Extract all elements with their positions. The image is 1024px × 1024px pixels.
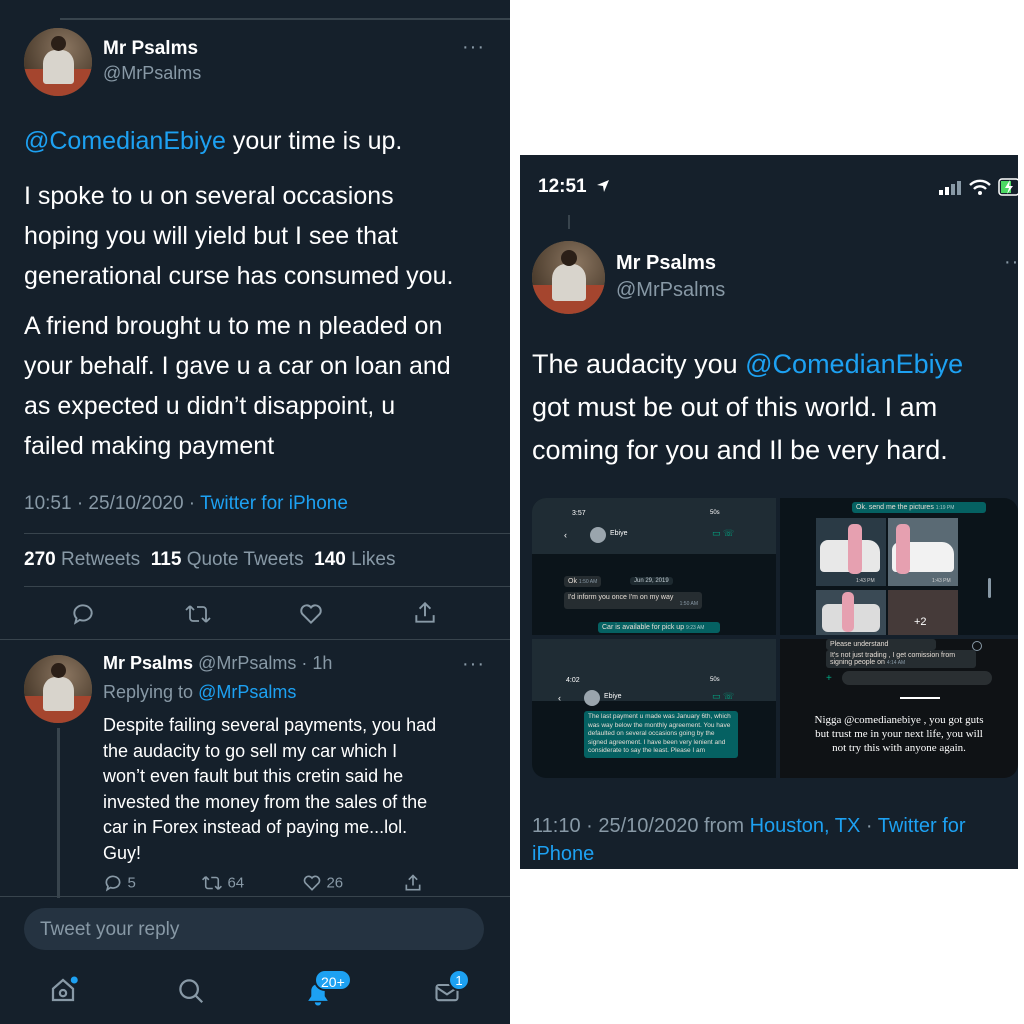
retweet-icon[interactable] — [184, 601, 212, 627]
reply-author-handle[interactable]: @MrPsalms · 1h — [198, 653, 332, 673]
reply-text: Despite failing several payments, you ha… — [103, 715, 437, 863]
share-icon[interactable] — [403, 873, 423, 893]
source-link-cont[interactable]: iPhone — [532, 840, 966, 868]
media-image-2[interactable]: Ok. send me the pictures 1:19 PM 1:43 PM… — [780, 498, 1018, 635]
share-icon[interactable] — [412, 600, 438, 626]
reply-retweet-action[interactable]: 64 — [201, 873, 244, 893]
reply-avatar[interactable] — [24, 655, 92, 723]
replying-to-link[interactable]: @MrPsalms — [198, 682, 296, 702]
timestamp[interactable]: 10:51 · 25/10/2020 · — [24, 493, 200, 514]
reply-icon[interactable] — [70, 601, 96, 627]
retweet-icon — [202, 876, 222, 890]
tweet-text: The audacity you @ComedianEbiye got must… — [532, 349, 964, 465]
reply-compose-box[interactable]: Tweet your reply — [24, 908, 484, 950]
battery-charging-icon — [998, 178, 1018, 196]
replying-to: Replying to @MrPsalms — [103, 682, 297, 702]
timestamp[interactable]: 11:10 · 25/10/2020 from — [532, 815, 750, 837]
reply-compose-placeholder: Tweet your reply — [40, 919, 180, 940]
tweet-stats: 270 Retweets 115 Quote Tweets 140 Likes — [24, 549, 395, 571]
source-link[interactable]: Twitter for — [878, 815, 966, 837]
wifi-icon — [969, 179, 991, 195]
reply-author-name[interactable]: Mr Psalms — [103, 653, 193, 673]
source-link[interactable]: Twitter for iPhone — [200, 493, 348, 514]
status-time: 12:51 — [538, 176, 587, 197]
avatar[interactable] — [24, 28, 92, 96]
location-icon — [597, 180, 609, 192]
divider — [24, 586, 510, 587]
author-name[interactable]: Mr Psalms — [616, 252, 716, 275]
signal-icon — [939, 181, 961, 195]
avatar[interactable] — [532, 241, 605, 314]
divider — [0, 639, 510, 640]
author-handle[interactable]: @MrPsalms — [616, 279, 725, 302]
location-link[interactable]: Houston, TX — [750, 815, 861, 837]
tweet-paragraph-3: A friend brought u to me n pleaded on yo… — [24, 312, 451, 460]
like-icon[interactable] — [298, 601, 324, 627]
notifications-badge: 20+ — [314, 969, 352, 991]
like-icon — [303, 875, 321, 891]
media-image-4[interactable]: Please understand It's not just trading … — [780, 639, 1018, 778]
mention-link[interactable]: @ComedianEbiye — [745, 349, 963, 379]
reply-like-action[interactable]: 26 — [302, 873, 343, 893]
thread-line — [568, 215, 570, 229]
likes-stat[interactable]: 140 Likes — [314, 549, 395, 570]
media-image-1[interactable]: 3:57 50s ‹ Ebiye ▭ ☏ Ok 1:50 AM Jun 29, … — [532, 498, 776, 635]
tweet-paragraph-2: I spoke to u on several occasions hoping… — [24, 182, 454, 290]
media-grid[interactable]: 3:57 50s ‹ Ebiye ▭ ☏ Ok 1:50 AM Jun 29, … — [532, 498, 1018, 778]
divider — [24, 533, 510, 534]
reply-reply-action[interactable]: 5 — [103, 873, 136, 893]
quote-tweets-stat[interactable]: 115 Quote Tweets — [151, 549, 304, 570]
more-icon[interactable]: ··· — [462, 36, 485, 59]
home-icon[interactable] — [48, 975, 78, 1005]
messages-badge: 1 — [448, 969, 470, 991]
tweet-line-1: @ComedianEbiye your time is up. — [24, 127, 403, 155]
more-icon[interactable]: ··· — [1004, 251, 1018, 274]
right-screenshot: 12:51 Mr Psalms @MrPsalms ··· The audaci… — [520, 155, 1018, 869]
mention-link[interactable]: @ComedianEbiye — [24, 127, 226, 155]
reply-more-icon[interactable]: ··· — [462, 653, 485, 676]
author-name[interactable]: Mr Psalms — [103, 38, 198, 60]
tweet-meta: 11:10 · 25/10/2020 from Houston, TX · Tw… — [532, 812, 966, 868]
thread-line — [57, 728, 60, 898]
retweets-stat[interactable]: 270 Retweets — [24, 549, 140, 570]
left-screenshot: Mr Psalms @MrPsalms ··· @ComedianEbiye y… — [0, 0, 510, 1024]
reply-header: Mr Psalms @MrPsalms · 1h — [103, 653, 332, 674]
image-caption: Nigga @comedianebiye , you got guts but … — [814, 714, 984, 754]
status-bar: 12:51 — [520, 155, 1018, 215]
author-handle[interactable]: @MrPsalms — [103, 63, 201, 84]
media-image-3[interactable]: 4:02 50s ‹ Ebiye ▭ ☏ The last payment u … — [532, 639, 776, 778]
thread-line-top — [60, 18, 510, 20]
search-icon[interactable] — [176, 976, 206, 1006]
tweet-meta: 10:51 · 25/10/2020 · Twitter for iPhone — [24, 493, 348, 515]
reply-icon — [105, 875, 121, 892]
divider — [0, 896, 510, 897]
